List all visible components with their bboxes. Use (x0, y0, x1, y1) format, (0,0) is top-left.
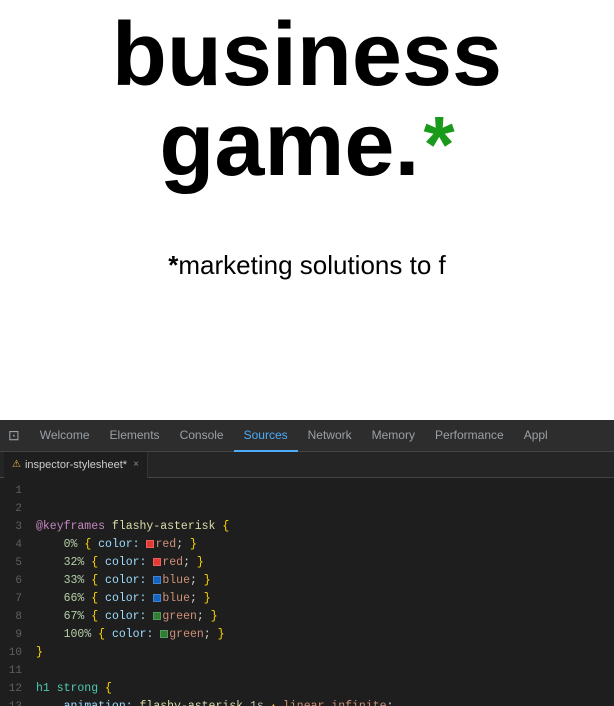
code-line-7: 66% { color: blue; } (36, 590, 606, 608)
tab-sources[interactable]: Sources (234, 420, 298, 452)
code-editor[interactable]: 1 2 3 4 5 6 7 8 9 10 11 12 13 14 @keyfra… (0, 478, 614, 706)
file-tab-name: inspector-stylesheet* (25, 459, 127, 471)
file-tab-bar: ⚠ inspector-stylesheet* × (0, 452, 614, 478)
code-line-12: h1 strong { (36, 680, 606, 698)
code-line-1 (36, 482, 606, 500)
line-numbers: 1 2 3 4 5 6 7 8 9 10 11 12 13 14 (0, 478, 28, 706)
website-content: business game.* *marketing solutions to … (0, 0, 614, 420)
tab-welcome[interactable]: Welcome (30, 420, 100, 452)
code-line-9: 100% { color: green; } (36, 626, 606, 644)
tab-application[interactable]: Appl (514, 420, 558, 452)
code-line-10: } (36, 644, 606, 662)
warning-icon: ⚠ (12, 459, 21, 470)
headline-business: business (112, 10, 502, 100)
code-content[interactable]: @keyframes flashy-asterisk { 0% { color:… (28, 478, 614, 706)
code-line-3: @keyframes flashy-asterisk { (36, 518, 606, 536)
code-line-6: 33% { color: blue; } (36, 572, 606, 590)
close-file-tab-button[interactable]: × (133, 459, 139, 470)
tab-elements[interactable]: Elements (100, 420, 170, 452)
devtools-panel: ⊡ Welcome Elements Console Sources Netwo… (0, 420, 614, 706)
code-line-4: 0% { color: red; } (36, 536, 606, 554)
code-line-5: 32% { color: red; } (36, 554, 606, 572)
code-line-13: animation: flashy-asterisk 1s ▲ linear i… (36, 698, 606, 706)
marketing-text: marketing solutions to f (178, 250, 445, 280)
headline-game-text: game. (159, 100, 419, 190)
code-line-11 (36, 662, 606, 680)
devtools-tab-bar: ⊡ Welcome Elements Console Sources Netwo… (0, 420, 614, 452)
asterisk-symbol: * (423, 105, 454, 185)
devtools-main-icon[interactable]: ⊡ (4, 427, 24, 444)
headline-game: game.* (159, 100, 454, 190)
marketing-asterisk: * (168, 250, 178, 280)
file-tab-inspector[interactable]: ⚠ inspector-stylesheet* × (4, 452, 148, 478)
code-line-2 (36, 500, 606, 518)
tab-console[interactable]: Console (170, 420, 234, 452)
marketing-line: *marketing solutions to f (168, 250, 445, 281)
tab-performance[interactable]: Performance (425, 420, 514, 452)
code-line-8: 67% { color: green; } (36, 608, 606, 626)
tab-memory[interactable]: Memory (362, 420, 425, 452)
tab-network[interactable]: Network (298, 420, 362, 452)
